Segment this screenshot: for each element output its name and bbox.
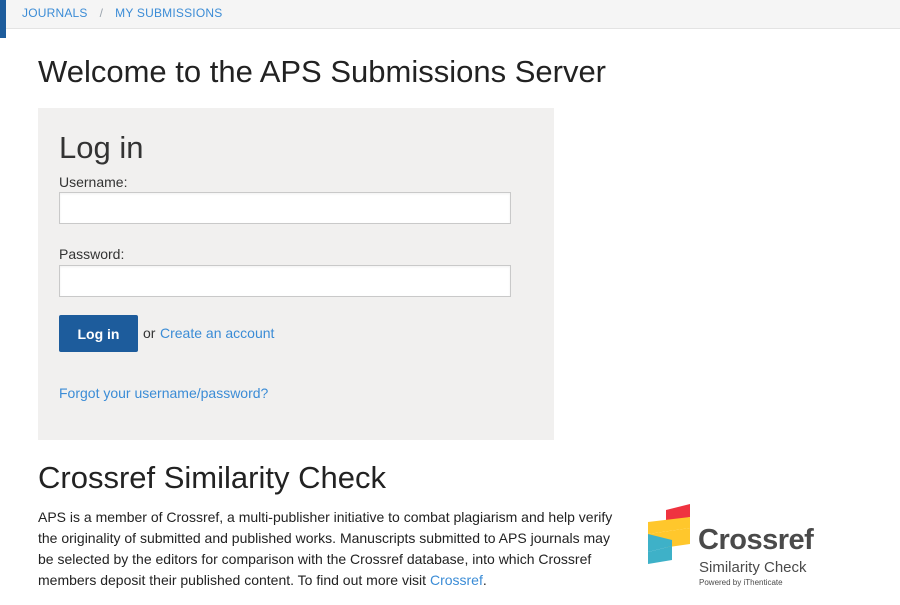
similarity-check-body: APS is a member of Crossref, a multi-pub… (38, 509, 613, 588)
breadcrumb-journals-link[interactable]: JOURNALS (22, 6, 88, 20)
login-panel: Log in Username: Password: Log in or Cre… (38, 108, 554, 440)
crossref-wordmark: Crossref (698, 524, 814, 556)
crossref-subtitle: Similarity Check (699, 559, 807, 576)
create-account-link[interactable]: Create an account (160, 325, 274, 341)
page: JOURNALS / MY SUBMISSIONS Welcome to the A… (0, 0, 900, 605)
login-title: Log in (59, 130, 144, 165)
or-text: or (143, 325, 156, 341)
password-input[interactable] (59, 265, 511, 297)
crossref-powered-by: Powered by iThenticate (699, 578, 783, 587)
crossref-link[interactable]: Crossref (430, 572, 483, 588)
crossref-logo: Crossref Similarity Check Powered by iTh… (646, 502, 846, 592)
similarity-check-description: APS is a member of Crossref, a multi-pub… (38, 507, 628, 591)
page-title: Welcome to the APS Submissions Server (38, 54, 607, 89)
crossref-mark-icon (648, 504, 690, 564)
breadcrumb-my-submissions-link[interactable]: MY SUBMISSIONS (115, 6, 222, 20)
password-label: Password: (59, 246, 125, 262)
accent-stripe (0, 0, 6, 38)
username-label: Username: (59, 174, 128, 190)
username-input[interactable] (59, 192, 511, 224)
breadcrumb-separator: / (99, 6, 104, 20)
forgot-credentials-link[interactable]: Forgot your username/password? (59, 385, 268, 401)
similarity-check-title: Crossref Similarity Check (38, 460, 386, 495)
breadcrumb-bar: JOURNALS / MY SUBMISSIONS (0, 0, 900, 38)
trailing-period: . (482, 572, 487, 588)
login-button[interactable]: Log in (59, 315, 138, 352)
breadcrumb: JOURNALS / MY SUBMISSIONS (22, 6, 222, 20)
